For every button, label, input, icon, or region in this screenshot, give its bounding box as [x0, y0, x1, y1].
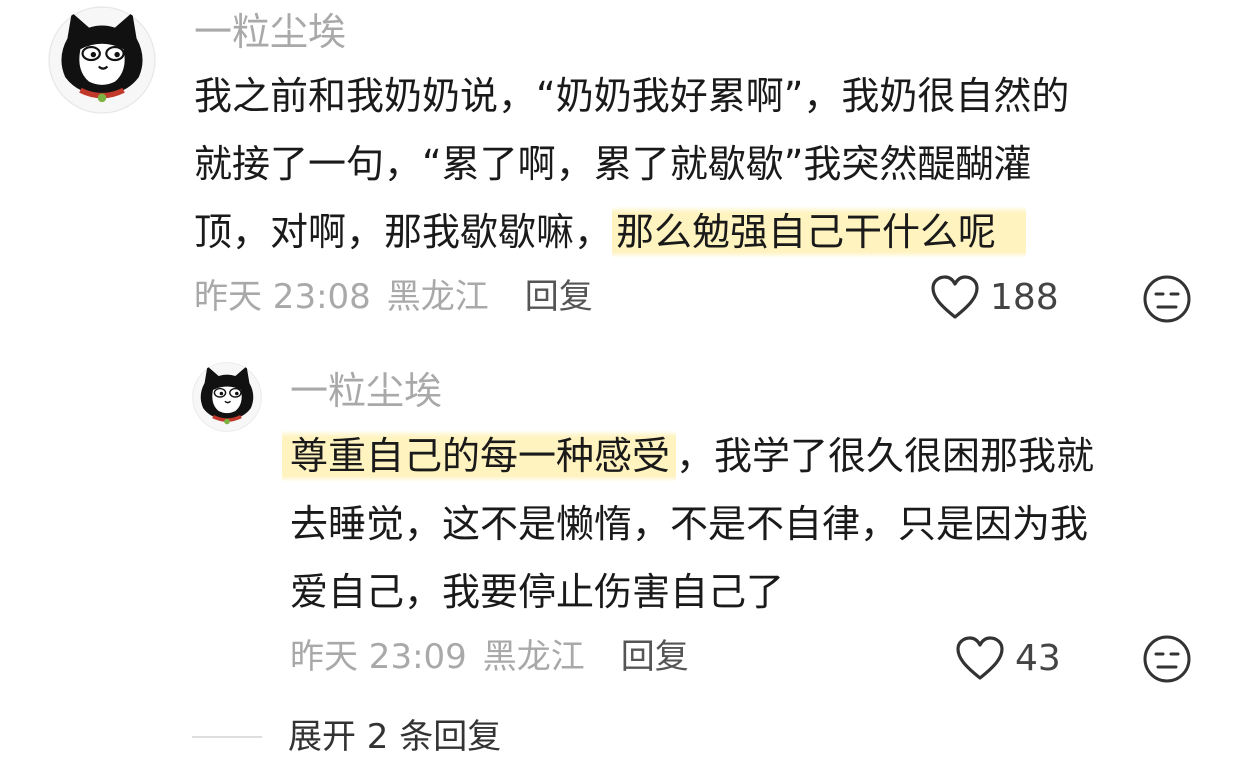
comment-line-text: 顶，对啊，那我歇歇嘛， — [194, 210, 613, 254]
reply-highlight: 尊重自己的每一种感受 — [282, 430, 677, 482]
comment-location: 黑龙江 — [386, 277, 489, 317]
expand-replies-button[interactable]: 展开 2 条回复 — [192, 720, 501, 754]
cat-avatar-icon — [48, 6, 156, 114]
comment-line: 就接了一句，“累了啊，累了就歇歇”我突然醍醐灌 — [194, 142, 1032, 186]
reply-emoji-button[interactable] — [1142, 634, 1192, 688]
reply-body: 尊重自己的每一种感受 ，我学了很久很困那我就 去睡觉，这不是懒惰，不是不自律，只是… — [282, 422, 1095, 626]
comment-time: 昨天 23:08 — [194, 277, 371, 317]
reply-line: 爱自己，我要停止伤害自己了 — [290, 570, 785, 614]
reply-line: 去睡觉，这不是懒惰，不是不自律，只是因为我 — [290, 502, 1089, 546]
like-button[interactable]: 188 — [930, 275, 1059, 321]
meh-face-icon — [1143, 635, 1191, 683]
reply-reply-button[interactable]: 回复 — [621, 640, 689, 674]
reply-avatar[interactable] — [192, 362, 262, 432]
comment-meta: 昨天 23:08 黑龙江 回复 — [194, 280, 593, 314]
comment-highlight: 那么勉强自己干什么呢 — [612, 206, 1027, 258]
divider — [192, 736, 262, 738]
avatar[interactable] — [48, 6, 156, 114]
emoji-button[interactable] — [1142, 274, 1192, 328]
comment-body: 我之前和我奶奶说，“奶奶我好累啊”，我奶很自然的 就接了一句，“累了啊，累了就歇… — [194, 62, 1069, 266]
reply-location: 黑龙江 — [482, 637, 585, 677]
reply-username[interactable]: 一粒尘埃 — [290, 372, 442, 410]
reply-time: 昨天 23:09 — [290, 637, 467, 677]
heart-icon — [931, 275, 979, 319]
reply-meta: 昨天 23:09 黑龙江 回复 — [290, 640, 689, 674]
cat-avatar-icon — [192, 362, 262, 432]
reply-like-count: 43 — [1015, 638, 1061, 679]
comment-line: 我之前和我奶奶说，“奶奶我好累啊”，我奶很自然的 — [194, 74, 1070, 118]
reply-line: 尊重自己的每一种感受 ，我学了很久很困那我就 — [282, 422, 1095, 490]
meh-face-icon — [1143, 275, 1191, 323]
reply-like-button[interactable]: 43 — [955, 636, 1061, 682]
heart-icon — [956, 636, 1004, 680]
reply-line-text: ，我学了很久很困那我就 — [676, 434, 1095, 478]
like-count: 188 — [990, 277, 1059, 318]
expand-replies-label: 展开 2 条回复 — [288, 717, 502, 757]
comment-username[interactable]: 一粒尘埃 — [194, 13, 346, 51]
reply-button[interactable]: 回复 — [525, 280, 593, 314]
comment-line: 顶，对啊，那我歇歇嘛， 那么勉强自己干什么呢 — [194, 198, 1069, 266]
